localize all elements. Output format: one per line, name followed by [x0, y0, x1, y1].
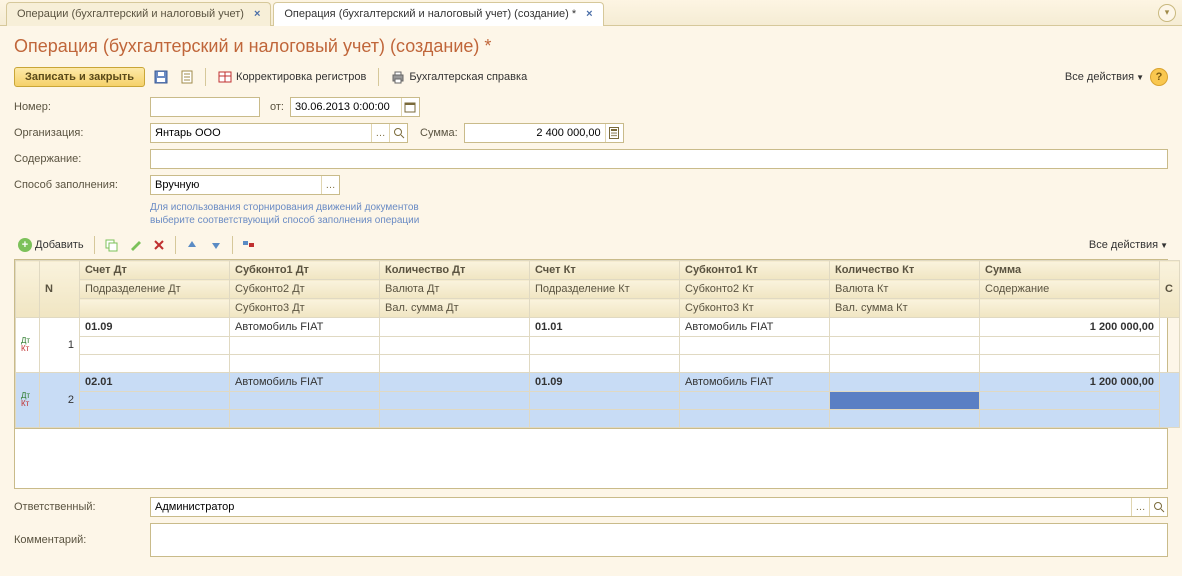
col-s[interactable]: С	[1160, 261, 1180, 318]
dtkt-icon: ДтКт	[21, 337, 30, 353]
document-icon[interactable]	[177, 67, 197, 87]
sum-input-wrap	[464, 123, 624, 143]
col-qty-dt[interactable]: Количество Дт	[380, 261, 530, 280]
table-row[interactable]	[16, 392, 1180, 410]
table-row[interactable]: ДтКт 2 02.01 Автомобиль FIAT 01.09 Автом…	[16, 373, 1180, 392]
table-icon	[218, 70, 232, 84]
responsible-wrap: …	[150, 497, 1168, 517]
copy-icon[interactable]	[101, 235, 121, 255]
sum-label: Сумма:	[420, 127, 458, 139]
move-down-icon[interactable]	[206, 235, 226, 255]
close-icon[interactable]: ×	[586, 8, 592, 20]
col-sum[interactable]: Сумма	[980, 261, 1160, 280]
org-label: Организация:	[14, 127, 144, 139]
org-input[interactable]	[151, 124, 371, 142]
calculator-icon[interactable]	[605, 124, 623, 142]
content-input[interactable]	[150, 149, 1168, 169]
dropdown-icon[interactable]: ▾	[1158, 4, 1176, 22]
all-actions-dropdown[interactable]: Все действия▼	[1065, 71, 1144, 83]
col-subc1-kt[interactable]: Субконто1 Кт	[680, 261, 830, 280]
table-row[interactable]	[16, 355, 1180, 373]
col-qty-kt[interactable]: Количество Кт	[830, 261, 980, 280]
table-row[interactable]: ДтКт 1 01.09 Автомобиль FIAT 01.01 Автом…	[16, 318, 1180, 337]
chevron-down-icon: ▼	[1136, 73, 1144, 82]
ellipsis-icon[interactable]: …	[321, 176, 339, 194]
fill-method-label: Способ заполнения:	[14, 179, 144, 191]
correct-registers-button[interactable]: Корректировка регистров	[214, 68, 370, 86]
delete-icon[interactable]	[149, 235, 169, 255]
dtkt-icon: ДтКт	[21, 392, 30, 408]
comment-wrap	[150, 523, 1168, 557]
grid-all-actions-dropdown[interactable]: Все действия▼	[1089, 239, 1168, 251]
edit-icon[interactable]	[125, 235, 145, 255]
tab-operation-create[interactable]: Операция (бухгалтерский и налоговый учет…	[273, 2, 603, 26]
printer-icon	[391, 70, 405, 84]
tab-label: Операция (бухгалтерский и налоговый учет…	[284, 8, 576, 20]
col-subc1-dt[interactable]: Субконто1 Дт	[230, 261, 380, 280]
save-icon[interactable]	[151, 67, 171, 87]
number-label: Номер:	[14, 101, 144, 113]
ellipsis-icon[interactable]: …	[1131, 498, 1149, 516]
search-icon[interactable]	[1149, 498, 1167, 516]
responsible-input[interactable]	[151, 498, 1131, 516]
from-label: от:	[270, 101, 284, 113]
fill-method-wrap: …	[150, 175, 340, 195]
date-input-wrap	[290, 97, 420, 117]
fill-method-input[interactable]	[151, 176, 321, 194]
number-input[interactable]	[150, 97, 260, 117]
search-icon[interactable]	[389, 124, 407, 142]
comment-input[interactable]	[151, 524, 1167, 556]
entries-grid[interactable]: N Счет Дт Субконто1 Дт Количество Дт Сче…	[14, 259, 1168, 429]
tabs-bar: Операции (бухгалтерский и налоговый учет…	[0, 0, 1182, 26]
content-label: Содержание:	[14, 153, 144, 165]
plus-icon: +	[18, 238, 32, 252]
save-close-button[interactable]: Записать и закрыть	[14, 67, 145, 87]
col-acc-kt[interactable]: Счет Кт	[530, 261, 680, 280]
ellipsis-icon[interactable]: …	[371, 124, 389, 142]
main-toolbar: Записать и закрыть Корректировка регистр…	[14, 67, 1168, 87]
hint-text: Для использования сторнирования движений…	[150, 201, 1168, 227]
date-input[interactable]	[291, 98, 401, 116]
accounting-ref-button[interactable]: Бухгалтерская справка	[387, 68, 531, 86]
sum-input[interactable]	[465, 124, 605, 142]
col-acc-dt[interactable]: Счет Дт	[80, 261, 230, 280]
tab-operations-list[interactable]: Операции (бухгалтерский и налоговый учет…	[6, 2, 271, 26]
tab-label: Операции (бухгалтерский и налоговый учет…	[17, 8, 244, 20]
responsible-label: Ответственный:	[14, 501, 144, 513]
table-row[interactable]	[16, 410, 1180, 428]
org-input-wrap: …	[150, 123, 408, 143]
grid-empty-area[interactable]	[14, 429, 1168, 489]
flag-icon[interactable]	[239, 235, 259, 255]
add-row-button[interactable]: + Добавить	[14, 236, 88, 254]
calendar-icon[interactable]	[401, 98, 419, 116]
close-icon[interactable]: ×	[254, 8, 260, 20]
help-icon[interactable]: ?	[1150, 68, 1168, 86]
comment-label: Комментарий:	[14, 534, 144, 546]
col-n[interactable]: N	[40, 261, 80, 318]
chevron-down-icon: ▼	[1160, 241, 1168, 250]
grid-toolbar: + Добавить Все действия▼	[14, 235, 1168, 255]
move-up-icon[interactable]	[182, 235, 202, 255]
table-row[interactable]	[16, 337, 1180, 355]
page-title: Операция (бухгалтерский и налоговый учет…	[14, 36, 1168, 57]
